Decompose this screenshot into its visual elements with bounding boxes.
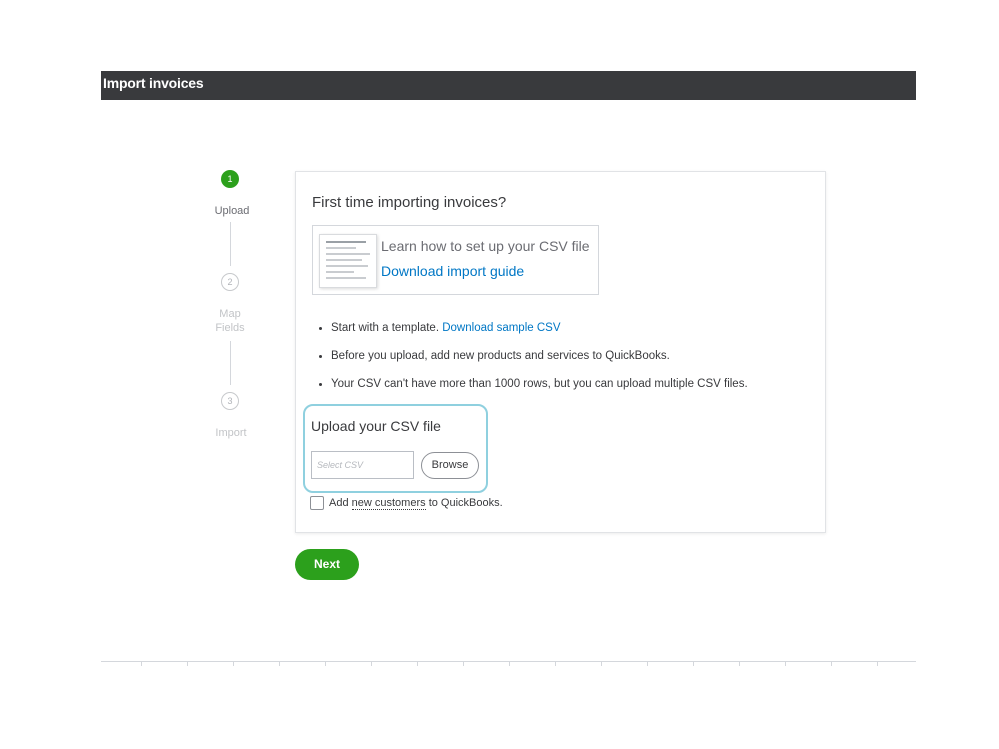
- list-item: Your CSV can't have more than 1000 rows,…: [316, 376, 748, 404]
- list-item: Start with a template. Download sample C…: [316, 320, 748, 348]
- page-header: Import invoices: [101, 71, 916, 100]
- step-connector: [230, 341, 231, 385]
- checkbox-label-prefix: Add: [329, 497, 349, 509]
- step-3-number: 3: [227, 396, 233, 406]
- add-new-customers-checkbox[interactable]: [310, 496, 324, 510]
- card-title: First time importing invoices?: [312, 194, 507, 211]
- download-sample-csv-link[interactable]: Download sample CSV: [442, 322, 560, 334]
- add-new-customers-label: Add new customers to QuickBooks.: [329, 497, 503, 510]
- step-2-label-line2: Fields: [215, 322, 245, 334]
- step-1-circle[interactable]: 1: [221, 170, 239, 188]
- step-2-label-line1: Map: [219, 308, 241, 320]
- checkbox-label-suffix: to QuickBooks.: [428, 497, 503, 509]
- bullet-text: Before you upload, add new products and …: [331, 350, 670, 362]
- guide-text: Learn how to set up your CSV file: [381, 238, 590, 254]
- bullet-text: Your CSV can't have more than 1000 rows,…: [331, 378, 748, 390]
- page-title: Import invoices: [103, 75, 204, 91]
- footer-divider: [101, 661, 916, 669]
- step-2-number: 2: [227, 277, 233, 287]
- select-csv-input[interactable]: [311, 451, 414, 479]
- step-3-label: Import: [215, 427, 247, 439]
- upload-title: Upload your CSV file: [311, 418, 441, 434]
- instructions-list: Start with a template. Download sample C…: [316, 320, 748, 404]
- list-item: Before you upload, add new products and …: [316, 348, 748, 376]
- step-1-label: Upload: [214, 205, 250, 217]
- step-2-circle[interactable]: 2: [221, 273, 239, 291]
- step-connector: [230, 222, 231, 266]
- browse-button[interactable]: Browse: [421, 452, 479, 479]
- step-3-circle[interactable]: 3: [221, 392, 239, 410]
- step-2-label: Map Fields: [200, 307, 260, 335]
- import-guide-box: Learn how to set up your CSV file Downlo…: [312, 225, 599, 295]
- bullet-text: Start with a template.: [331, 322, 440, 334]
- next-button[interactable]: Next: [295, 549, 359, 580]
- step-1-number: 1: [227, 174, 233, 184]
- new-customers-tooltip-trigger[interactable]: new customers: [351, 497, 426, 510]
- csv-template-thumbnail: [319, 234, 377, 288]
- download-import-guide-link[interactable]: Download import guide: [381, 263, 524, 279]
